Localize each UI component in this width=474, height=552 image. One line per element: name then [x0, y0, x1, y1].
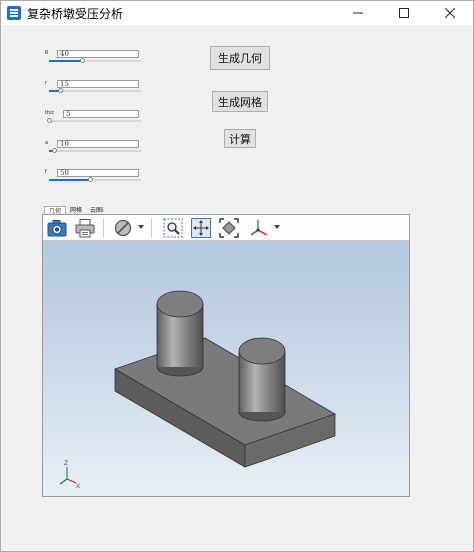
param-a-slider[interactable] [49, 148, 141, 153]
param-thic-input[interactable]: 5 [63, 110, 139, 118]
slider-handle[interactable] [58, 88, 64, 93]
toolbar-separator [151, 219, 152, 237]
param-f: f 50 [45, 169, 145, 185]
triad-x-label: X [76, 483, 80, 490]
left-pier [156, 290, 204, 377]
minimize-icon [353, 12, 363, 14]
minimize-button[interactable] [335, 1, 381, 25]
window-title: 复杂桥墩受压分析 [27, 6, 124, 21]
toolbar-separator [103, 219, 104, 237]
axis-triad: Z X [59, 460, 80, 490]
maximize-button[interactable] [381, 1, 427, 25]
view-dropdown-icon[interactable] [274, 225, 280, 229]
param-label: f [45, 169, 47, 175]
fit-all-icon[interactable] [219, 218, 239, 238]
triad-z-label: Z [64, 460, 68, 467]
zoom-window-icon[interactable] [163, 218, 183, 238]
print-icon[interactable] [75, 218, 95, 238]
param-label: R [45, 50, 49, 56]
slider-handle[interactable] [88, 177, 94, 182]
right-pier [238, 337, 286, 422]
param-R-slider[interactable] [49, 58, 141, 63]
view-axes-icon[interactable] [249, 218, 269, 238]
slider-handle[interactable] [80, 58, 86, 63]
param-a: a 10 [45, 140, 145, 156]
maximize-icon [399, 8, 409, 18]
slider-handle[interactable] [47, 118, 52, 123]
close-icon [445, 8, 455, 18]
param-R-input[interactable]: 40 [57, 50, 139, 58]
param-label: r [45, 80, 48, 86]
param-f-slider[interactable] [49, 177, 141, 182]
compute-button[interactable]: 计算 [224, 129, 256, 148]
param-a-input[interactable]: 10 [57, 140, 139, 148]
hide-dropdown-icon[interactable] [138, 225, 144, 229]
param-R: R 40 [45, 50, 145, 66]
param-thic-slider[interactable] [47, 118, 141, 123]
generate-mesh-button[interactable]: 生成网格 [212, 91, 268, 112]
param-r: r 15 [45, 80, 145, 96]
hide-icon[interactable] [113, 218, 133, 238]
param-r-slider[interactable] [49, 88, 141, 93]
app-icon [7, 6, 21, 20]
param-label: thic [45, 110, 55, 116]
app-window: 复杂桥墩受压分析 R 40 r 15 thic 5 a 10 f 50 生成几何… [0, 0, 474, 552]
bridge-pier-model: Z X [59, 290, 336, 490]
3d-viewer: Z X [42, 214, 410, 497]
viewer-toolbar [43, 215, 409, 241]
camera-icon[interactable] [47, 218, 67, 238]
slider-handle[interactable] [51, 148, 57, 153]
generate-geometry-button[interactable]: 生成几何 [210, 46, 270, 70]
3d-scene[interactable]: Z X [43, 241, 409, 496]
pan-icon[interactable] [191, 218, 211, 238]
param-thic: thic 5 [45, 110, 145, 126]
close-button[interactable] [427, 1, 473, 25]
title-bar: 复杂桥墩受压分析 [1, 1, 473, 25]
param-r-input[interactable]: 15 [57, 80, 139, 88]
param-label: a [45, 140, 49, 146]
param-f-input[interactable]: 50 [57, 169, 139, 177]
